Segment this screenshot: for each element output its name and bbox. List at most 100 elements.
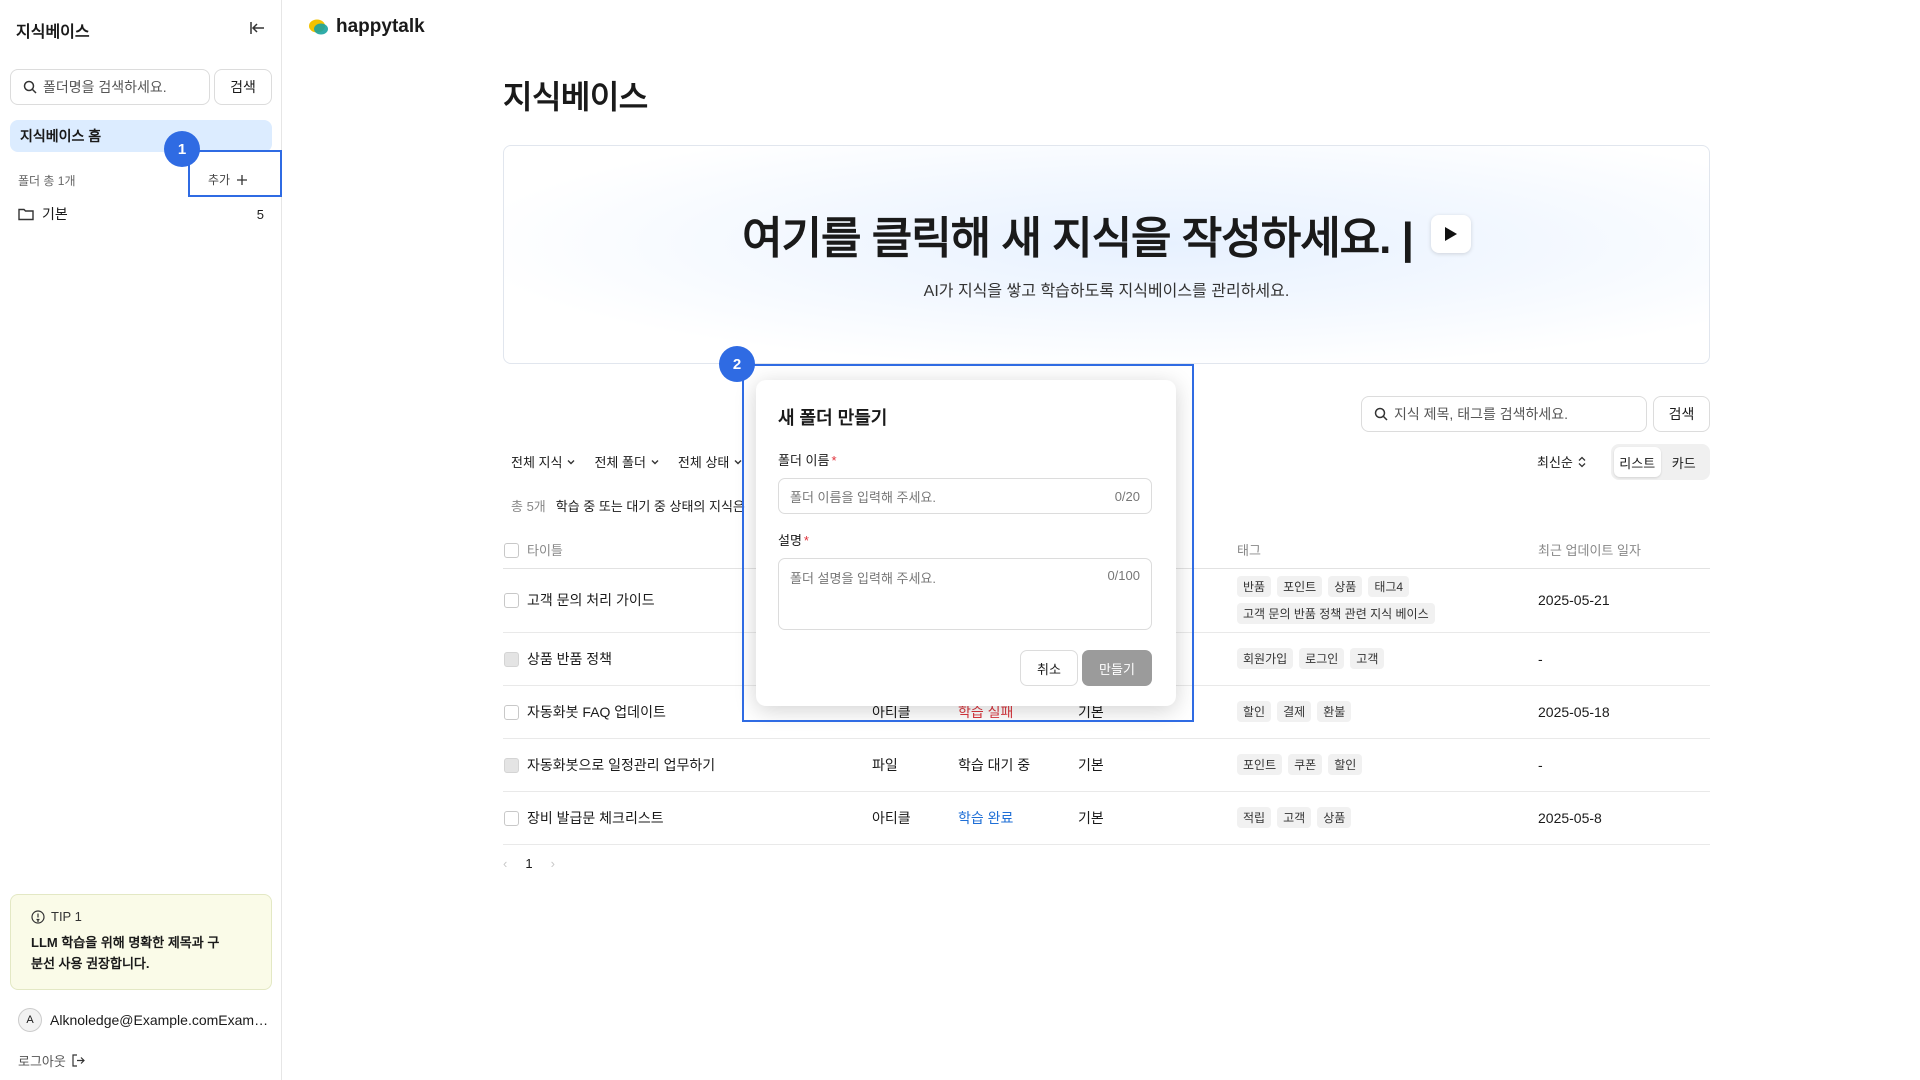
row-folder: 기본 bbox=[1078, 791, 1237, 845]
row-updated: 2025-05-21 bbox=[1538, 568, 1710, 633]
filter-label: 전체 폴더 bbox=[594, 455, 646, 470]
select-all-checkbox[interactable] bbox=[504, 542, 519, 558]
page-number[interactable]: 1 bbox=[525, 856, 532, 871]
row-type: 아티클 bbox=[872, 791, 958, 845]
row-tags: 적립 고객 상품 bbox=[1237, 807, 1507, 828]
view-card-button[interactable]: 카드 bbox=[1661, 447, 1708, 477]
view-toggle: 리스트 카드 bbox=[1611, 444, 1710, 480]
tag: 결제 bbox=[1277, 701, 1312, 722]
tip-text: LLM 학습을 위해 명확한 제목과 구분선 사용 권장합니다. bbox=[31, 935, 220, 971]
column-tags: 태그 bbox=[1237, 532, 1538, 569]
folder-name: 기본 bbox=[42, 206, 68, 222]
row-checkbox[interactable] bbox=[504, 651, 519, 667]
chevron-down-icon bbox=[651, 459, 659, 464]
folder-count: 폴더 총 1개 bbox=[18, 174, 76, 188]
chevron-down-icon bbox=[567, 459, 575, 464]
logout-button[interactable]: 로그아웃 bbox=[18, 1051, 85, 1070]
filter-knowledge-dropdown[interactable]: 전체 지식 bbox=[511, 452, 576, 471]
logout-label: 로그아웃 bbox=[18, 1054, 66, 1069]
tag: 로그인 bbox=[1299, 648, 1345, 669]
row-tags: 포인트 쿠폰 할인 bbox=[1237, 754, 1507, 775]
collapse-sidebar-icon[interactable] bbox=[246, 16, 270, 40]
avatar: A bbox=[18, 1008, 42, 1032]
row-tags: 할인 결제 환불 bbox=[1237, 701, 1507, 722]
tag: 환불 bbox=[1317, 701, 1352, 722]
table-row[interactable]: 자동화봇으로 일정관리 업무하기 파일 학습 대기 중 기본 포인트 쿠폰 할인… bbox=[503, 738, 1710, 792]
tag: 할인 bbox=[1328, 754, 1363, 775]
row-updated: - bbox=[1538, 632, 1710, 686]
tag: 상품 bbox=[1328, 576, 1363, 597]
column-updated: 최근 업데이트 일자 bbox=[1538, 532, 1710, 569]
folder-item-count: 5 bbox=[256, 206, 264, 222]
play-button[interactable] bbox=[1430, 215, 1471, 253]
folder-search-input[interactable]: 폴더명을 검색하세요. bbox=[10, 69, 210, 105]
tip-card: TIP 1 LLM 학습을 위해 명확한 제목과 구분선 사용 권장합니다. bbox=[10, 894, 272, 990]
list-summary: 총 5개 학습 중 또는 대기 중 상태의 지식은 bbox=[511, 496, 745, 515]
chat-bubble-logo-icon bbox=[309, 19, 328, 35]
brand-logo[interactable]: happytalk bbox=[308, 16, 425, 38]
row-title[interactable]: 자동화봇으로 일정관리 업무하기 bbox=[527, 738, 872, 792]
chevron-left-icon[interactable]: ‹ bbox=[503, 856, 507, 871]
knowledge-search-placeholder: 지식 제목, 태그를 검색하세요. bbox=[1394, 406, 1569, 422]
hero-subtitle: AI가 지식을 쌓고 학습하도록 지식베이스를 관리하세요. bbox=[923, 283, 1290, 300]
user-email: Alknoledge@Example.comExample.com bbox=[50, 1012, 270, 1028]
row-tags: 회원가입 로그인 고객 bbox=[1237, 648, 1507, 669]
sidebar-folder-item[interactable]: 기본 5 bbox=[18, 204, 264, 224]
tag: 태그4 bbox=[1368, 576, 1410, 597]
search-icon bbox=[23, 80, 37, 94]
sidebar-item-home[interactable]: 지식베이스 홈 bbox=[10, 120, 272, 152]
filter-label: 전체 상태 bbox=[677, 455, 730, 470]
chevron-right-icon[interactable]: › bbox=[551, 856, 555, 871]
sort-updown-icon bbox=[1578, 456, 1586, 467]
knowledge-search-button[interactable]: 검색 bbox=[1653, 396, 1710, 432]
row-updated: - bbox=[1538, 738, 1710, 792]
tag: 고객 문의 반품 정책 관련 지식 베이스 bbox=[1237, 603, 1435, 624]
row-title[interactable]: 장비 발급문 체크리스트 bbox=[527, 791, 872, 845]
view-list-button[interactable]: 리스트 bbox=[1614, 447, 1661, 477]
highlight-box-add bbox=[188, 150, 282, 197]
highlight-box-dialog bbox=[742, 364, 1194, 722]
total-count: 총 5개 bbox=[511, 499, 546, 514]
folder-search-button[interactable]: 검색 bbox=[214, 69, 272, 105]
row-tags: 반품 포인트 상품 태그4 고객 문의 반품 정책 관련 지식 베이스 bbox=[1237, 576, 1507, 624]
sort-label: 최신순 bbox=[1537, 455, 1573, 470]
tag: 적립 bbox=[1237, 807, 1272, 828]
new-knowledge-banner[interactable]: 여기를 클릭해 새 지식을 작성하세요. | AI가 지식을 쌓고 학습하도록 … bbox=[503, 145, 1710, 364]
logout-icon bbox=[72, 1054, 85, 1067]
folder-icon bbox=[18, 208, 34, 221]
search-icon bbox=[1374, 407, 1388, 421]
user-account[interactable]: A Alknoledge@Example.comExample.com bbox=[18, 1008, 270, 1032]
row-checkbox[interactable] bbox=[504, 810, 519, 826]
tag: 포인트 bbox=[1237, 754, 1283, 775]
page-title: 지식베이스 bbox=[503, 79, 648, 115]
row-folder: 기본 bbox=[1078, 738, 1237, 792]
step-badge: 2 bbox=[719, 346, 755, 382]
row-type: 파일 bbox=[872, 738, 958, 792]
step-badge: 1 bbox=[164, 131, 200, 167]
knowledge-search-input[interactable]: 지식 제목, 태그를 검색하세요. bbox=[1361, 396, 1647, 432]
brand-name: happytalk bbox=[336, 16, 425, 37]
play-icon bbox=[1444, 227, 1457, 241]
tag: 포인트 bbox=[1277, 576, 1323, 597]
tag: 할인 bbox=[1237, 701, 1272, 722]
row-checkbox[interactable] bbox=[504, 757, 519, 773]
row-updated: 2025-05-18 bbox=[1538, 685, 1710, 739]
row-checkbox[interactable] bbox=[504, 593, 519, 609]
filter-label: 전체 지식 bbox=[511, 455, 563, 470]
tip-label: TIP 1 bbox=[51, 909, 82, 924]
hero-title: 여기를 클릭해 새 지식을 작성하세요. | bbox=[742, 214, 1414, 263]
tag: 상품 bbox=[1317, 807, 1352, 828]
status-notice: 학습 중 또는 대기 중 상태의 지식은 bbox=[555, 499, 745, 514]
row-status: 학습 완료 bbox=[958, 791, 1078, 845]
filter-status-dropdown[interactable]: 전체 상태 bbox=[678, 452, 743, 471]
table-row[interactable]: 장비 발급문 체크리스트 아티클 학습 완료 기본 적립 고객 상품 2025-… bbox=[503, 791, 1710, 845]
row-status: 학습 대기 중 bbox=[958, 738, 1078, 792]
tag: 고객 bbox=[1277, 807, 1312, 828]
tag: 고객 bbox=[1350, 648, 1385, 669]
row-updated: 2025-05-8 bbox=[1538, 791, 1710, 845]
tag: 쿠폰 bbox=[1288, 754, 1323, 775]
filter-folder-dropdown[interactable]: 전체 폴더 bbox=[594, 452, 659, 471]
sidebar-title: 지식베이스 bbox=[16, 24, 90, 41]
row-checkbox[interactable] bbox=[504, 704, 519, 720]
sort-dropdown[interactable]: 최신순 bbox=[1537, 452, 1587, 471]
